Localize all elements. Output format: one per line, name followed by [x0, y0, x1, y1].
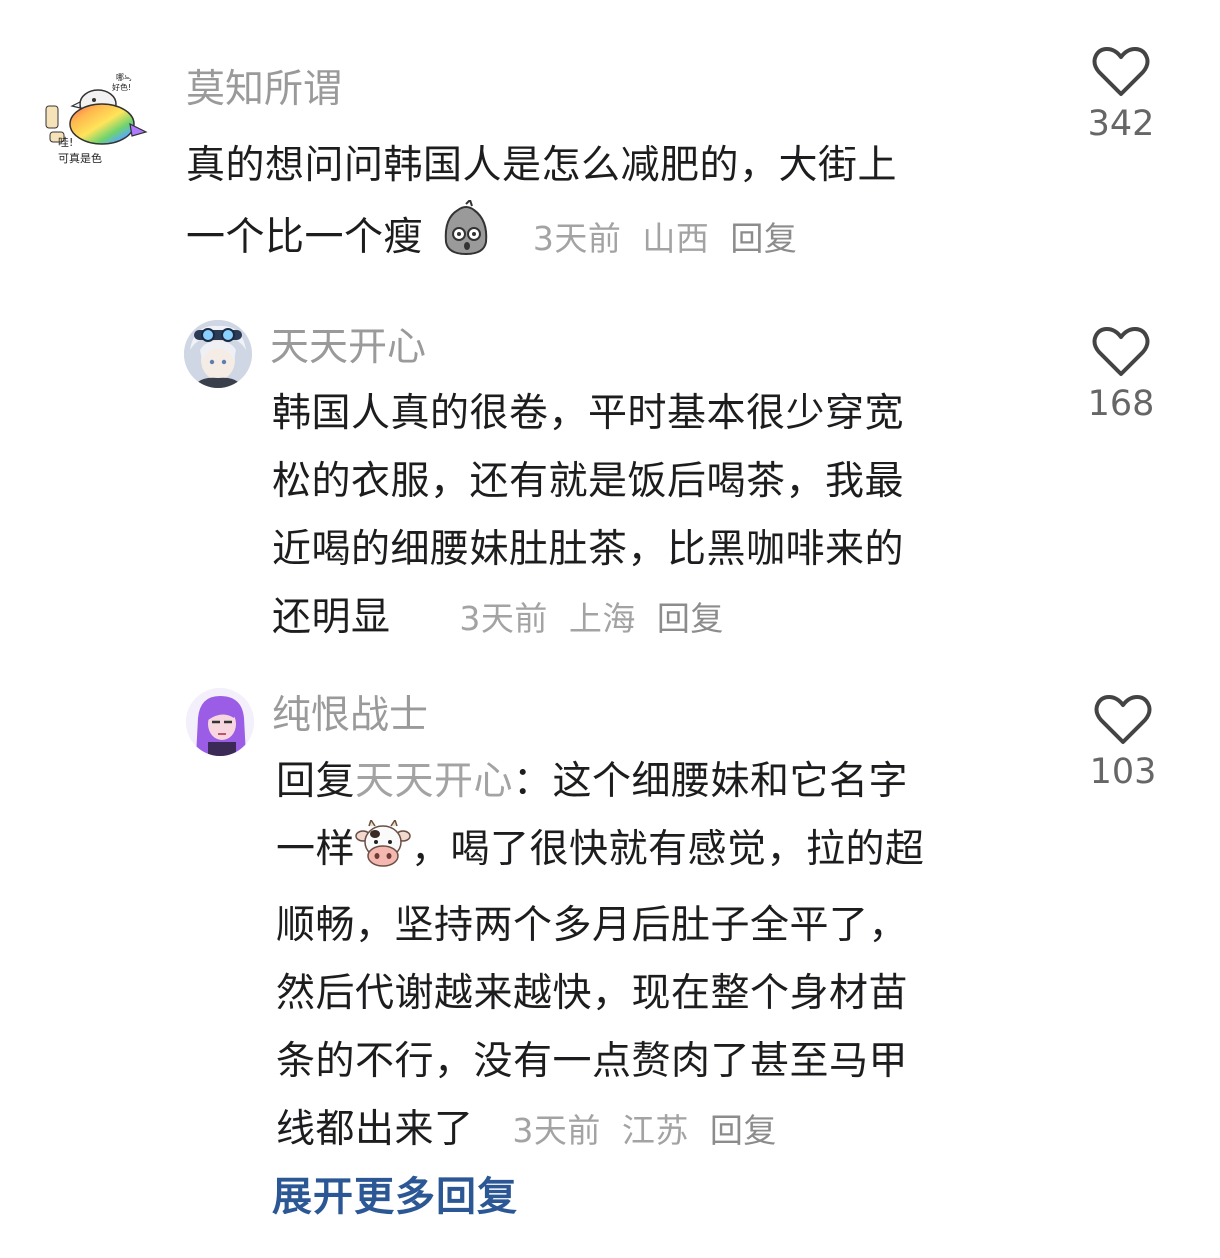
heart-icon	[1092, 47, 1150, 96]
heart-icon	[1094, 695, 1152, 744]
heart-icon	[1092, 327, 1150, 376]
like-button[interactable]: 168	[1066, 326, 1176, 424]
avatar[interactable]	[184, 320, 252, 388]
anime-boy-avatar-icon	[184, 320, 252, 388]
comment-text-line: 松的衣服，还有就是饭后喝茶，我最	[272, 459, 905, 504]
comment-text-line: 近喝的细腰妹肚肚茶，比黑咖啡来的	[272, 527, 905, 572]
comment-text-segment: 一样	[276, 827, 356, 872]
comment-time: 3天前	[459, 599, 548, 638]
comment-text-segment: ：这个细腰妹和它名字	[513, 759, 909, 804]
like-count: 103	[1089, 752, 1157, 792]
expand-more-replies-link[interactable]: 展开更多回复	[272, 1164, 518, 1222]
comment-text-segment: 线都出来了	[276, 1107, 474, 1152]
svg-text:哇!: 哇!	[58, 136, 73, 149]
comment-text-line: 回复天天开心：这个细腰妹和它名字	[276, 748, 1066, 816]
comment-text: 回复天天开心：这个细腰妹和它名字 一样 ，喝了很快就有感觉，拉的超 顺畅，坚持两…	[276, 748, 1066, 1165]
comment-time: 3天前	[532, 219, 622, 258]
comment-text: 韩国人真的很卷，平时基本很少穿宽 松的衣服，还有就是饭后喝茶，我最 近喝的细腰妹…	[272, 380, 1062, 653]
comment-username[interactable]: 莫知所谓	[186, 66, 342, 114]
comment-text-segment: ，喝了很快就有感觉，拉的超	[411, 827, 925, 872]
reply-button[interactable]: 回复	[730, 219, 797, 258]
svg-text:可真是色: 可真是色	[58, 151, 102, 165]
purple-hair-avatar-icon	[186, 688, 254, 756]
svg-text:好色!: 好色!	[112, 82, 131, 92]
comment-text-line: 还明显 3天前 上海 回复	[272, 584, 1062, 653]
comment-username[interactable]: 纯恨战士	[272, 692, 428, 740]
like-button[interactable]: 342	[1066, 46, 1176, 144]
mention-link[interactable]: 天天开心	[355, 759, 513, 804]
comment-location: 江苏	[621, 1111, 689, 1150]
like-count: 342	[1087, 104, 1155, 144]
comment-username[interactable]: 天天开心	[270, 324, 426, 372]
comment-text-line: 一样 ，喝了很快就有感觉，拉的超	[276, 816, 1066, 892]
reply-button[interactable]: 回复	[657, 599, 724, 638]
comment-text-line: 顺畅，坚持两个多月后肚子全平了，	[276, 903, 909, 948]
comment-text-line: 条的不行，没有一点赘肉了甚至马甲	[276, 1039, 909, 1084]
like-count: 168	[1087, 384, 1155, 424]
svg-text:哪鸟: 哪鸟	[116, 72, 132, 82]
comment-text-line: 韩国人真的很卷，平时基本很少穿宽	[272, 391, 905, 436]
comment-text-segment: 一个比一个瘦	[186, 215, 424, 260]
comment-text-line: 然后代谢越来越快，现在整个身材苗	[276, 971, 909, 1016]
reply-button[interactable]: 回复	[710, 1111, 777, 1150]
rainbow-bird-avatar-icon: 哪鸟 好色! 哇! 可真是色	[42, 66, 150, 174]
comment-text-line: 线都出来了 3天前 江苏 回复	[276, 1096, 1066, 1165]
avatar[interactable]: 哪鸟 好色! 哇! 可真是色	[42, 66, 150, 174]
comment-location: 山西	[642, 219, 710, 258]
like-button[interactable]: 103	[1068, 694, 1178, 792]
comment-text-line: 真的想问问韩国人是怎么减肥的，大街上	[186, 143, 898, 188]
comment-text: 真的想问问韩国人是怎么减肥的，大街上 一个比一个瘦 3天前 山西 回复	[186, 132, 1066, 280]
reply-prefix: 回复	[276, 759, 356, 804]
comment-text-segment: 还明显	[272, 595, 391, 640]
comment-text-line: 一个比一个瘦 3天前 山西 回复	[186, 198, 1066, 280]
cow-face-emoji-icon	[355, 818, 411, 892]
comment-time: 3天前	[512, 1111, 601, 1150]
shocked-rock-emoji-icon	[436, 198, 494, 280]
comment-location: 上海	[568, 599, 636, 638]
avatar[interactable]	[186, 688, 254, 756]
